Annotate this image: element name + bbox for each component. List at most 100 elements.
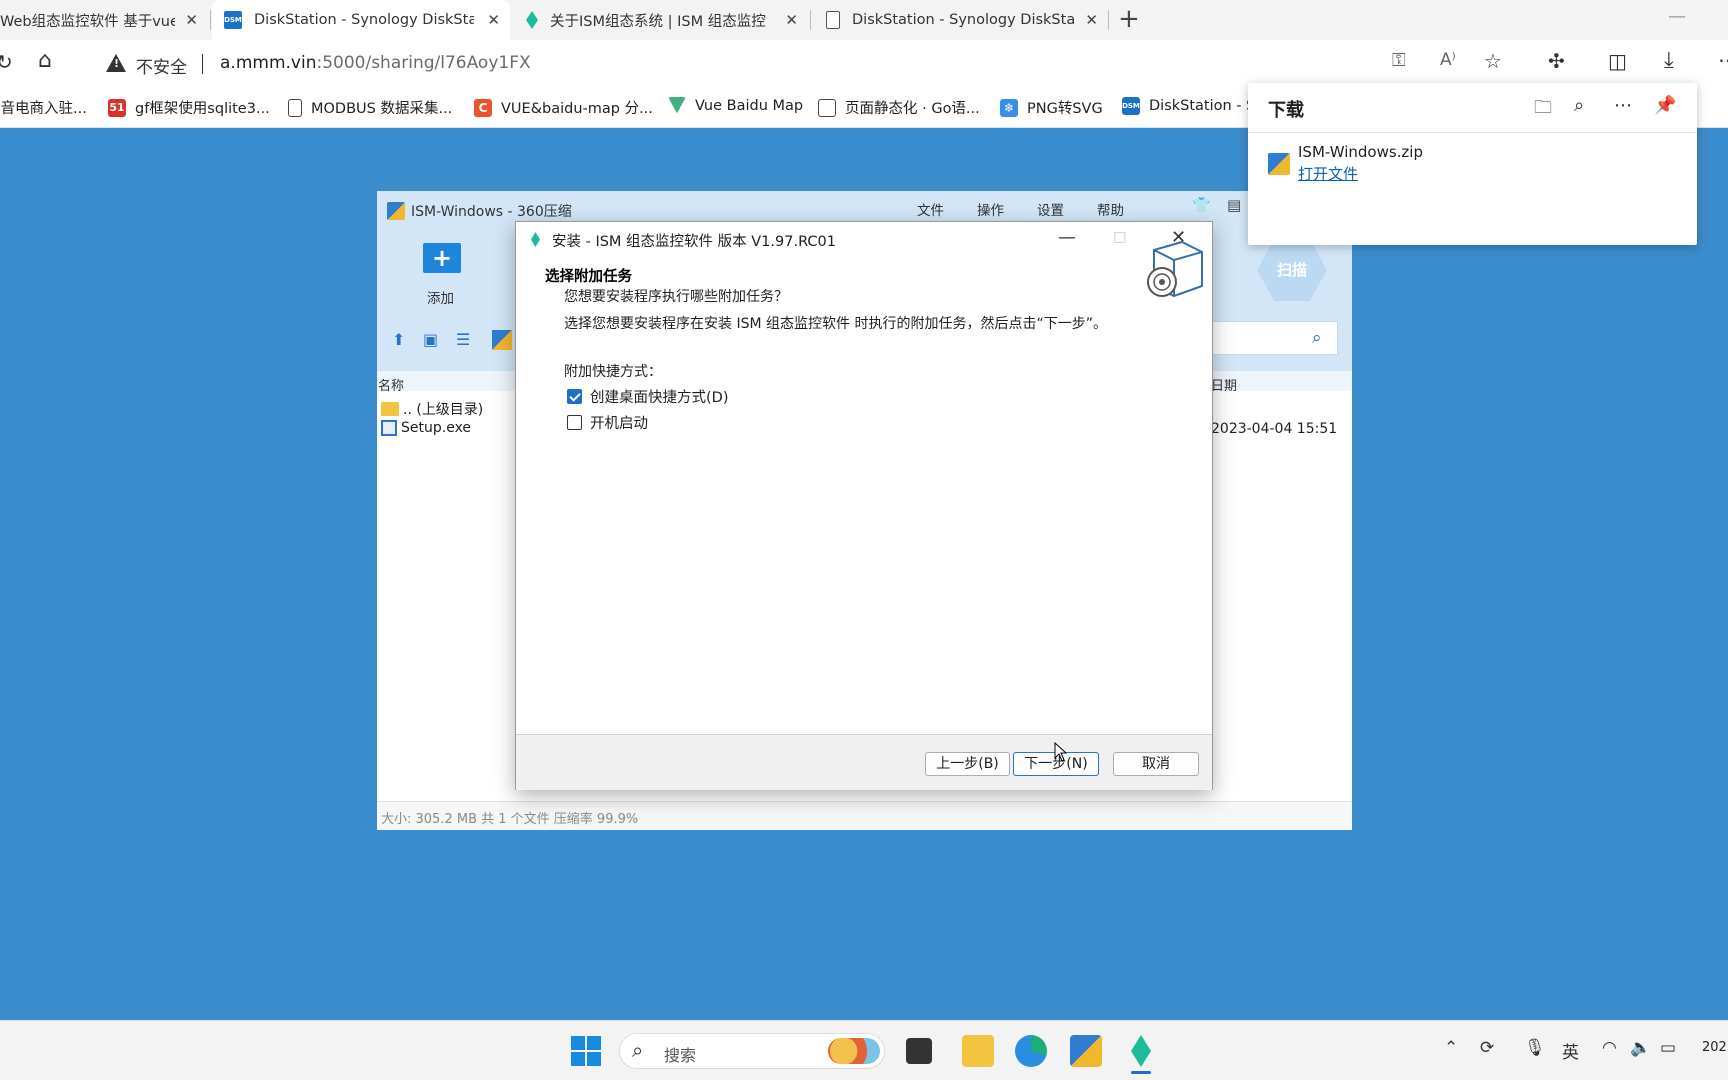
- add-label[interactable]: 添加: [427, 287, 454, 307]
- close-icon[interactable]: ✕: [487, 11, 500, 29]
- open-folder-icon[interactable]: 🗀: [1534, 95, 1552, 125]
- microphone-icon[interactable]: 🎙: [1524, 1038, 1546, 1058]
- col-date[interactable]: 日期: [1211, 375, 1237, 394]
- tab-ism-about[interactable]: 关于ISM组态系统 | ISM 组态监控 ✕: [512, 0, 808, 40]
- edge-icon[interactable]: [1015, 1035, 1047, 1067]
- extensions-icon[interactable]: ✣: [1548, 49, 1565, 73]
- back-button[interactable]: 上一步(B): [925, 752, 1010, 776]
- read-aloud-icon[interactable]: A⁾: [1440, 50, 1456, 70]
- split-screen-icon[interactable]: ◫: [1608, 49, 1627, 73]
- chevron-up-icon[interactable]: ⌃: [1444, 1038, 1458, 1058]
- url-text[interactable]: a.mmm.vin:5000/sharing/l76Aoy1FX: [220, 53, 531, 73]
- option-desktop-shortcut[interactable]: 创建桌面快捷方式(D): [567, 386, 728, 407]
- bookmark-label: PNG转SVG: [1027, 101, 1103, 117]
- exe-icon: [381, 420, 397, 436]
- wifi-icon[interactable]: ◠: [1602, 1038, 1617, 1058]
- ime-indicator[interactable]: 英: [1562, 1038, 1579, 1063]
- dsm-icon: DSM: [1122, 97, 1140, 115]
- more-icon[interactable]: ⋯: [1614, 95, 1632, 116]
- page-title: 选择附加任务: [545, 269, 632, 285]
- list-item-parent[interactable]: .. (上级目录): [381, 399, 483, 419]
- volume-icon[interactable]: 🔈: [1630, 1038, 1651, 1058]
- favorite-add-icon[interactable]: ☆: [1484, 49, 1502, 73]
- vue-icon: [668, 97, 686, 114]
- row-name: Setup.exe: [401, 420, 472, 436]
- close-icon[interactable]: ✕: [185, 11, 198, 29]
- open-file-link[interactable]: 打开文件: [1298, 163, 1358, 184]
- zip-app-icon[interactable]: [1070, 1035, 1102, 1067]
- search-icon[interactable]: ⌕: [1312, 328, 1322, 348]
- scan-button[interactable]: 扫描: [1257, 239, 1327, 301]
- group-label: 附加快捷方式：: [564, 364, 662, 380]
- tab-label: DiskStation - Synology DiskStatio: [852, 12, 1074, 28]
- bookmark-item[interactable]: 51 gf框架使用sqlite3...: [108, 97, 270, 118]
- zip-status-text: 大小: 305.2 MB 共 1 个文件 压缩率 99.9%: [381, 812, 639, 827]
- zip-menu-settings[interactable]: 设置: [1037, 199, 1064, 219]
- browser-tab-bar: Web组态监控软件 基于vue的 ✕ DSM DiskStation - Syn…: [0, 0, 1728, 40]
- tab-diskstation-2[interactable]: DiskStation - Synology DiskStatio ✕: [812, 0, 1108, 40]
- add-icon[interactable]: +: [423, 243, 461, 273]
- up-icon[interactable]: ⬆: [392, 330, 405, 349]
- pin-icon[interactable]: 📌: [1654, 95, 1676, 116]
- warning-icon[interactable]: [106, 54, 126, 72]
- checkbox-icon[interactable]: [567, 415, 582, 430]
- list-item-setup[interactable]: Setup.exe: [381, 420, 471, 436]
- refresh-icon[interactable]: ↻: [0, 50, 13, 74]
- zip-menu-help[interactable]: 帮助: [1097, 199, 1124, 219]
- new-tab-icon[interactable]: +: [1118, 4, 1140, 34]
- zip-menu-action[interactable]: 操作: [977, 199, 1004, 219]
- feedback-icon[interactable]: ▤: [1227, 196, 1241, 214]
- page-icon: [826, 11, 840, 29]
- clock[interactable]: 2023: [1702, 1040, 1728, 1055]
- bookmark-item[interactable]: Vue Baidu Map: [668, 97, 803, 115]
- option-autostart[interactable]: 开机启动: [567, 412, 648, 433]
- page-icon: [288, 98, 302, 117]
- more-icon[interactable]: ⋯: [1718, 48, 1728, 72]
- download-file-name[interactable]: ISM-Windows.zip: [1298, 143, 1423, 161]
- bookmark-item[interactable]: DSM DiskStation - S: [1122, 97, 1255, 115]
- battery-icon[interactable]: ▭: [1660, 1038, 1676, 1058]
- book-icon: [818, 98, 836, 117]
- thumbnail-view-icon[interactable]: ▣: [423, 330, 438, 349]
- bookmark-item[interactable]: C VUE&baidu-map 分...: [474, 97, 653, 118]
- windows-start-icon[interactable]: [571, 1036, 601, 1066]
- col-name[interactable]: 名称: [378, 375, 404, 394]
- dsm-icon: DSM: [224, 11, 242, 29]
- sync-icon[interactable]: ⟳: [1480, 1038, 1494, 1058]
- minimize-icon[interactable]: —: [1058, 227, 1076, 248]
- bookmark-item[interactable]: 页面静态化 · Go语...: [818, 97, 980, 118]
- skin-icon[interactable]: 👕: [1192, 196, 1211, 214]
- ism-diamond-icon[interactable]: [1131, 1035, 1151, 1067]
- search-placeholder: 搜索: [664, 1046, 697, 1065]
- address-row: ↻ ⌂ 不安全 a.mmm.vin:5000/sharing/l76Aoy1FX…: [0, 40, 1728, 88]
- tab-diskstation-active[interactable]: DSM DiskStation - Synology DiskStatio ✕: [212, 0, 510, 40]
- key-icon[interactable]: ⚿: [1392, 50, 1406, 71]
- task-view-icon[interactable]: [906, 1038, 932, 1064]
- minimize-icon[interactable]: —: [1668, 6, 1686, 27]
- close-icon[interactable]: ✕: [1085, 11, 1098, 29]
- tab-ism-vue[interactable]: Web组态监控软件 基于vue的 ✕: [0, 0, 208, 40]
- ism-diamond-icon: [531, 232, 540, 247]
- file-explorer-icon[interactable]: [962, 1035, 994, 1067]
- download-icon[interactable]: ⤓: [1664, 48, 1674, 73]
- address-bar[interactable]: 不安全 a.mmm.vin:5000/sharing/l76Aoy1FX: [84, 46, 1524, 82]
- folder-icon: [381, 402, 399, 416]
- list-view-icon[interactable]: ☰: [456, 330, 470, 349]
- close-icon[interactable]: ✕: [785, 11, 798, 29]
- bookmark-item[interactable]: MODBUS 数据采集...: [288, 97, 452, 118]
- zip-status-bar: 大小: 305.2 MB 共 1 个文件 压缩率 99.9%: [377, 801, 1352, 830]
- install-box-icon: [1147, 240, 1203, 298]
- bookmark-item[interactable]: 抖音电商入驻...: [0, 97, 87, 118]
- insecure-label[interactable]: 不安全: [136, 53, 187, 78]
- home-icon[interactable]: ⌂: [38, 48, 52, 73]
- zip-menu-file[interactable]: 文件: [917, 199, 944, 219]
- option-label: 开机启动: [590, 416, 648, 432]
- checkbox-checked-icon[interactable]: [567, 389, 582, 404]
- downloads-title: 下载: [1268, 100, 1304, 121]
- cancel-button[interactable]: 取消: [1113, 752, 1199, 776]
- taskbar-search-input[interactable]: ⌕ 搜索: [619, 1033, 885, 1069]
- divider: [1248, 132, 1697, 133]
- bookmark-item[interactable]: ❄ PNG转SVG: [1000, 97, 1103, 118]
- search-icon[interactable]: ⌕: [1574, 95, 1584, 116]
- downloads-panel: 下载 🗀 ⌕ ⋯ 📌 ISM-Windows.zip 打开文件: [1248, 83, 1697, 245]
